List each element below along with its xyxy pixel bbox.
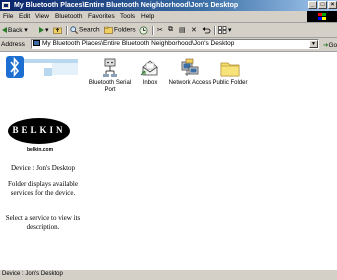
delete-icon: ✕ [191,27,197,34]
folders-button[interactable]: Folders [104,26,136,34]
belkin-logo-text: BELKIN [12,125,66,135]
service-label: Inbox [142,80,158,86]
back-dropdown-icon[interactable]: ▾ [24,27,28,34]
menu-bluetooth[interactable]: Bluetooth [55,13,82,20]
forward-button[interactable]: ▾ [39,26,49,34]
bluetooth-banner [4,56,80,80]
toolbar-separator-3 [214,26,216,35]
history-icon [139,26,148,35]
title-bar[interactable]: My Bluetooth Places\Entire Bluetooth Nei… [0,0,337,11]
move-to-icon: ✂ [157,27,163,34]
forward-arrow-icon [39,27,44,34]
undo-button[interactable] [202,26,211,36]
up-folder-icon [53,27,62,34]
search-icon [70,26,78,34]
move-to-button[interactable]: ✂ [157,26,163,34]
select-service-hint: Select a service to view its description… [5,214,81,231]
copy-to-icon: ⧉ [168,26,173,33]
inbox-icon [140,60,158,76]
menu-bar: File Edit View Bluetooth Favorites Tools… [0,11,337,23]
menu-file[interactable]: File [3,13,13,20]
web-view-pane: BELKIN belkin.com Device : Jon's Desktop… [0,52,86,269]
close-button[interactable]: × [328,1,337,9]
computer-icon [33,40,40,47]
service-inbox[interactable]: Inbox [128,52,172,87]
windows-flag-icon [318,13,326,20]
belkin-logo: BELKIN [8,118,70,144]
views-button[interactable]: ▾ [218,26,232,35]
service-public-folder[interactable]: Public Folder [208,52,252,87]
search-label: Search [79,26,100,34]
standard-toolbar: Back ▾ ▾ Search Folders ✂ ⧉ ▤ ✕ ▾ [0,23,337,38]
service-serial-port[interactable]: Bluetooth Serial Port [88,52,132,94]
go-label: Go [328,42,337,49]
paste-button[interactable]: ▤ [179,26,186,34]
toolbar-separator-2 [152,26,154,35]
undo-icon [202,27,211,34]
explorer-window: My Bluetooth Places\Entire Bluetooth Nei… [0,0,337,280]
forward-dropdown-icon: ▾ [45,27,49,34]
menu-view[interactable]: View [35,13,49,20]
menu-edit[interactable]: Edit [19,13,30,20]
belkin-url[interactable]: belkin.com [0,147,80,153]
menu-help[interactable]: Help [141,13,154,20]
folders-label: Folders [114,26,136,34]
go-button[interactable]: ➜Go [323,41,337,49]
address-bar: Address My Bluetooth Places\Entire Bluet… [0,38,337,52]
paste-icon: ▤ [179,27,186,34]
address-label: Address [1,41,25,48]
device-name: Device : Jon's Desktop [10,164,76,172]
window-icon[interactable] [2,2,10,9]
menu-tools[interactable]: Tools [120,13,135,20]
views-icon [218,26,227,35]
copy-to-button[interactable]: ⧉ [168,26,173,34]
service-label: Network Access [168,80,212,86]
toolbar-separator [66,26,68,35]
content-area: BELKIN belkin.com Device : Jon's Desktop… [0,52,337,269]
up-folder-button[interactable] [53,26,62,36]
back-label: Back [8,27,23,34]
status-bar: Device : Jon's Desktop [0,269,337,280]
menu-favorites[interactable]: Favorites [88,13,115,20]
folder-description: Folder displays available services for t… [8,180,78,197]
back-button[interactable]: Back ▾ [2,26,28,34]
serial-port-icon [103,58,117,77]
service-label: Public Folder [212,80,248,86]
status-text: Device : Jon's Desktop [2,271,63,277]
back-arrow-icon [2,27,7,34]
window-title: My Bluetooth Places\Entire Bluetooth Nei… [14,2,239,9]
views-dropdown-icon: ▾ [228,27,232,34]
maximize-button[interactable]: □ [318,1,327,9]
network-access-icon [181,58,199,76]
folder-icon [220,62,240,77]
service-network-access[interactable]: Network Access [168,52,212,87]
service-label: Bluetooth Serial Port [88,80,132,93]
history-button[interactable] [139,26,148,37]
address-field[interactable]: My Bluetooth Places\Entire Bluetooth Nei… [31,39,319,49]
address-value: My Bluetooth Places\Entire Bluetooth Nei… [42,40,235,47]
search-button[interactable]: Search [70,26,100,34]
address-dropdown-icon[interactable]: ▼ [309,40,318,48]
minimize-button[interactable]: _ [308,1,317,9]
folders-icon [104,26,113,34]
windows-logo [307,11,337,22]
delete-button[interactable]: ✕ [191,26,197,34]
